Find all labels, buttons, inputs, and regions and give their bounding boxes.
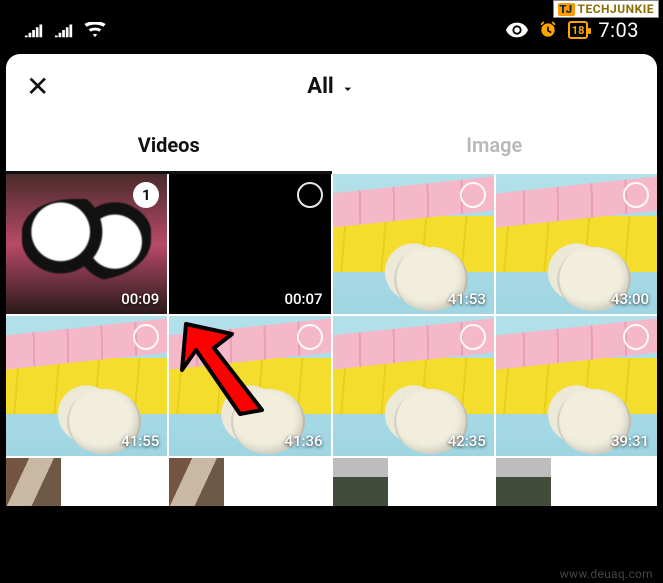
video-thumb[interactable]: 41:36 — [169, 316, 330, 456]
watermark-top-text: TECHJUNKIE — [578, 2, 654, 16]
thumbnail-art — [169, 458, 224, 506]
thumbnail-art — [6, 458, 61, 506]
video-duration: 41:53 — [448, 290, 486, 308]
thumbnail-art — [496, 458, 551, 506]
sheet-header: ✕ All — [6, 54, 657, 118]
video-thumb[interactable]: 39:31 — [496, 316, 657, 456]
selection-circle[interactable] — [460, 324, 486, 350]
video-thumb[interactable] — [169, 458, 224, 506]
album-selector[interactable]: All — [307, 74, 355, 99]
video-duration: 00:09 — [121, 290, 159, 308]
selection-circle[interactable] — [297, 324, 323, 350]
techjunkie-logo-icon: TJ — [558, 3, 575, 16]
tab-image-label: Image — [466, 133, 522, 157]
wifi-icon — [84, 22, 106, 38]
video-thumb[interactable] — [333, 458, 388, 506]
battery-text: 18 — [572, 24, 585, 37]
tab-videos[interactable]: Videos — [6, 118, 332, 174]
video-thumb[interactable] — [496, 458, 551, 506]
close-button[interactable]: ✕ — [26, 70, 49, 103]
tab-videos-label: Videos — [138, 133, 200, 157]
video-duration: 41:36 — [284, 432, 322, 450]
video-thumb[interactable]: 43:00 — [496, 174, 657, 314]
gallery-sheet: ✕ All Videos Image 100:09 00:07 41:53 43:00… — [6, 54, 657, 506]
selection-circle[interactable] — [297, 182, 323, 208]
battery-indicator: 18 — [568, 21, 589, 39]
clock: 7:03 — [598, 18, 639, 42]
thumbnail-art — [333, 458, 388, 506]
eye-icon — [506, 22, 528, 38]
tab-image[interactable]: Image — [332, 118, 658, 174]
video-grid: 100:09 00:07 41:53 43:00 41:55 41:36 42:35 39:3… — [6, 174, 657, 506]
video-thumb[interactable] — [6, 458, 61, 506]
video-duration: 41:55 — [121, 432, 159, 450]
video-thumb[interactable]: 41:55 — [6, 316, 167, 456]
album-title: All — [307, 74, 333, 99]
signal-icon — [24, 22, 44, 38]
selection-circle[interactable] — [623, 182, 649, 208]
chevron-down-icon — [340, 78, 356, 94]
video-thumb[interactable]: 42:35 — [333, 316, 494, 456]
alarm-icon — [538, 20, 558, 40]
video-duration: 00:07 — [284, 290, 322, 308]
video-duration: 39:31 — [611, 432, 649, 450]
video-duration: 43:00 — [611, 290, 649, 308]
watermark-techjunkie: TJ TECHJUNKIE — [553, 0, 659, 18]
video-thumb[interactable]: 41:53 — [333, 174, 494, 314]
video-thumb[interactable]: 00:07 — [169, 174, 330, 314]
selection-circle[interactable] — [460, 182, 486, 208]
signal-icon-2 — [54, 22, 74, 38]
watermark-bottom: www.deuaq.com — [560, 567, 653, 581]
video-duration: 42:35 — [448, 432, 486, 450]
media-tabs: Videos Image — [6, 118, 657, 174]
video-thumb[interactable]: 100:09 — [6, 174, 167, 314]
